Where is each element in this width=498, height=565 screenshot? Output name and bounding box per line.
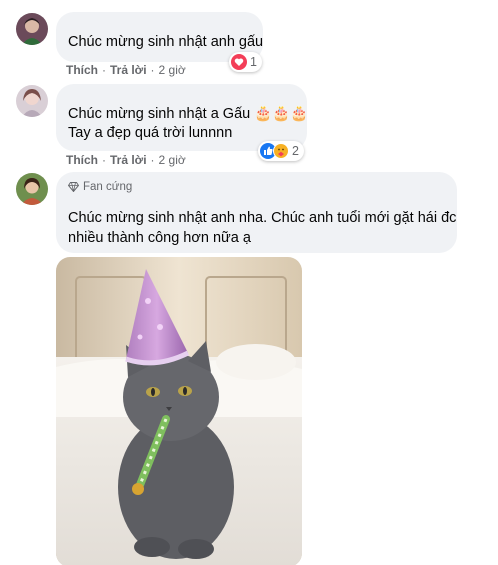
- timestamp[interactable]: 2 giờ: [159, 63, 186, 77]
- reply-link[interactable]: Trả lời: [110, 153, 147, 167]
- diamond-icon: [68, 182, 79, 192]
- like-link[interactable]: Thích: [66, 63, 98, 77]
- heart-icon: [231, 54, 247, 70]
- reaction-summary[interactable]: 2: [258, 141, 304, 161]
- commenter-avatar[interactable]: [16, 173, 48, 205]
- timestamp[interactable]: 2 giờ: [159, 153, 186, 167]
- separator-dot: ·: [150, 153, 155, 167]
- reaction-count: 1: [250, 55, 257, 69]
- separator-dot: ·: [102, 63, 106, 77]
- commenter-avatar[interactable]: [16, 85, 48, 117]
- separator-dot: ·: [102, 153, 106, 167]
- separator-dot: ·: [150, 63, 155, 77]
- comment-text-line-1: Chúc mừng sinh nhật anh nha. Chúc anh tu…: [68, 210, 457, 226]
- comment-actions: Thích · Trả lời · 2 giờ: [66, 153, 186, 167]
- reply-link[interactable]: Trả lời: [110, 63, 147, 77]
- comment-text: Chúc mừng sinh nhật anh gấu: [68, 34, 264, 50]
- comment-text-line-1: Chúc mừng sinh nhật a Gấu 🎂🎂🎂: [68, 106, 309, 122]
- like-link[interactable]: Thích: [66, 153, 98, 167]
- comment-actions: Thích · Trả lời · 2 giờ: [66, 63, 186, 77]
- comment-text-line-2: nhiều thành công hơn nữa ạ: [68, 230, 251, 246]
- care-icon: [273, 143, 289, 159]
- comment-text-line-2: Tay a đẹp quá trời lunnnn: [68, 125, 233, 141]
- comment-bubble: Fan cứng Chúc mừng sinh nhật anh nha. Ch…: [56, 172, 457, 253]
- commenter-avatar[interactable]: [16, 13, 48, 45]
- reaction-summary[interactable]: 1: [229, 52, 262, 72]
- reaction-count: 2: [292, 144, 299, 158]
- top-fan-badge[interactable]: Fan cứng: [68, 181, 132, 193]
- birthday-cat-photo[interactable]: [56, 257, 302, 565]
- badge-label: Fan cứng: [83, 181, 133, 193]
